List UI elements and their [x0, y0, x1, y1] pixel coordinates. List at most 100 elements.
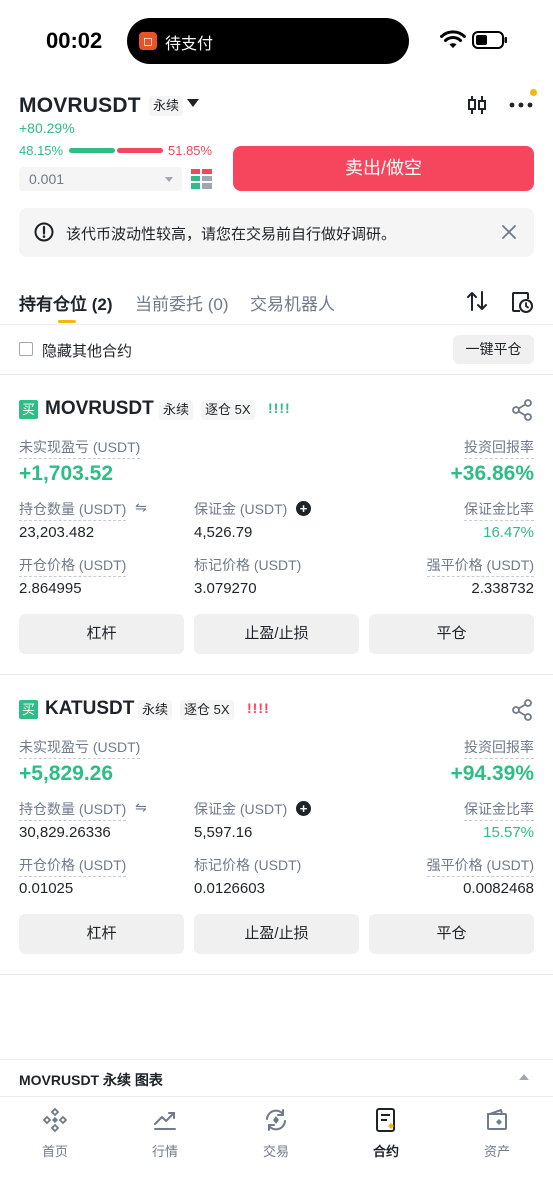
card-divider [0, 674, 553, 675]
liq-price-value: 2.338732 [471, 580, 534, 597]
nav-item-home[interactable]: 首页 [0, 1105, 110, 1165]
roe-value: +94.39% [450, 762, 535, 785]
mark-price-value: 3.079270 [194, 580, 257, 597]
unrealized-pnl-value: +1,703.52 [19, 462, 114, 485]
battery-icon [472, 31, 507, 49]
close-position-button[interactable]: 平仓 [369, 914, 534, 954]
margin-ratio-value: 15.57% [483, 824, 534, 841]
futures-icon [376, 1108, 395, 1132]
add-margin-icon[interactable]: + [296, 801, 311, 816]
tp-sl-button[interactable]: 止盈/止损 [194, 914, 359, 954]
position-size-label: 持仓数量 (USDT) [19, 499, 127, 521]
share-icon[interactable] [510, 398, 534, 422]
mark-price-value: 0.0126603 [194, 880, 265, 897]
hide-other-contracts-label: 隐藏其他合约 [42, 343, 133, 360]
margin-label: 保证金 (USDT) [194, 801, 288, 817]
close-icon[interactable] [500, 223, 518, 241]
liq-price-value: 0.0082468 [463, 880, 534, 897]
position-type-tag: 永续 [159, 400, 194, 420]
position-size-value: 30,829.26336 [19, 824, 111, 841]
unrealized-pnl-label: 未实现盈亏 (USDT) [19, 437, 141, 459]
position-size-value: 23,203.482 [19, 524, 95, 541]
margin-value: 5,597.16 [194, 824, 253, 841]
roe-label: 投资回报率 [464, 437, 534, 459]
nav-label: 首页 [41, 1144, 68, 1159]
share-icon[interactable] [510, 698, 534, 722]
sort-icon[interactable] [466, 290, 488, 312]
markets-icon [154, 1112, 176, 1130]
sell-ratio-bar [117, 148, 163, 153]
tab-positions[interactable]: 持有仓位 (2) [19, 290, 113, 315]
margin-mode-tag[interactable]: 逐仓 5X [180, 700, 234, 720]
roe-label: 投资回报率 [464, 737, 534, 759]
chart-drawer[interactable]: MOVRUSDT 永续 图表 [0, 1059, 553, 1095]
quantity-select[interactable]: 0.001 [19, 167, 182, 191]
orderbook-icon[interactable] [191, 169, 212, 189]
margin-value: 4,526.79 [194, 524, 253, 541]
position-symbol[interactable]: MOVRUSDT [45, 398, 154, 420]
chart-drawer-label: MOVRUSDT 永续 图表 [19, 1072, 163, 1088]
liq-price-label: 强平价格 (USDT) [426, 555, 534, 577]
position-type-tag: 永续 [138, 700, 173, 720]
entry-price-label: 开仓价格 (USDT) [19, 555, 127, 577]
tabs-divider [0, 324, 553, 325]
symbol-title[interactable]: MOVRUSDT [19, 94, 141, 118]
contract-type-tag: 永续 [149, 96, 184, 116]
chevron-up-icon[interactable] [519, 1074, 529, 1080]
sell-ratio: 51.85% [168, 143, 213, 158]
leverage-button[interactable]: 杠杆 [19, 614, 184, 654]
nav-item-assets[interactable]: 资产 [442, 1105, 552, 1165]
island-text: 待支付 [165, 36, 214, 53]
buy-ratio-bar [69, 148, 115, 153]
entry-price-value: 2.864995 [19, 580, 82, 597]
position-symbol[interactable]: KATUSDT [45, 698, 134, 720]
margin-ratio-label: 保证金比率 [464, 799, 534, 821]
chevron-down-icon [165, 177, 173, 182]
wallet-icon: ◻ [139, 32, 157, 50]
volatility-warning: 该代币波动性较高，请您在交易前自行做好调研。 [19, 208, 534, 257]
nav-label: 资产 [483, 1144, 510, 1159]
roe-value: +36.86% [450, 462, 535, 485]
tab-open-orders[interactable]: 当前委托 (0) [135, 290, 229, 315]
trade-icon [266, 1109, 286, 1131]
mark-price-label: 标记价格 (USDT) [194, 557, 302, 573]
status-time: 00:02 [46, 28, 103, 53]
leverage-button[interactable]: 杠杆 [19, 914, 184, 954]
active-tab-indicator [58, 320, 76, 323]
side-badge: 买 [19, 400, 38, 419]
more-icon[interactable] [508, 95, 534, 115]
margin-ratio-value: 16.47% [483, 524, 534, 541]
hide-other-contracts-checkbox[interactable] [19, 342, 33, 356]
tp-sl-button[interactable]: 止盈/止损 [194, 614, 359, 654]
close-all-button[interactable]: 一键平仓 [453, 335, 534, 364]
add-margin-icon[interactable]: + [296, 501, 311, 516]
entry-price-value: 0.01025 [19, 880, 74, 897]
status-bar: 00:02 ◻ 待支付 [0, 0, 553, 80]
buy-ratio: 48.15% [19, 143, 64, 158]
candlestick-icon[interactable] [466, 94, 488, 116]
swap-icon[interactable]: ⇋ [135, 799, 147, 816]
dynamic-island[interactable]: ◻ 待支付 [127, 18, 409, 64]
sell-short-button[interactable]: 卖出/做空 [233, 146, 534, 191]
risk-bars: !!!! [268, 400, 291, 416]
home-icon [42, 1107, 68, 1133]
info-icon [34, 222, 54, 242]
swap-icon[interactable]: ⇋ [135, 499, 147, 516]
nav-item-markets[interactable]: 行情 [110, 1105, 220, 1165]
side-badge: 买 [19, 700, 38, 719]
margin-mode-tag[interactable]: 逐仓 5X [201, 400, 255, 420]
history-icon[interactable] [510, 290, 534, 314]
tab-trading-bots[interactable]: 交易机器人 [250, 290, 335, 315]
position-size-label: 持仓数量 (USDT) [19, 799, 127, 821]
caret-down-icon[interactable] [187, 99, 199, 107]
nav-label: 合约 [372, 1144, 399, 1159]
liq-price-label: 强平价格 (USDT) [426, 855, 534, 877]
unrealized-pnl-value: +5,829.26 [19, 762, 114, 785]
price-change: +80.29% [19, 120, 75, 136]
close-position-button[interactable]: 平仓 [369, 614, 534, 654]
warning-text: 该代币波动性较高，请您在交易前自行做好调研。 [66, 226, 397, 243]
nav-item-futures[interactable]: 合约 [331, 1105, 441, 1165]
mark-price-label: 标记价格 (USDT) [194, 857, 302, 873]
bottom-nav: 首页 行情 交易 合约 资产 [0, 1096, 553, 1200]
nav-item-trade[interactable]: 交易 [221, 1105, 331, 1165]
